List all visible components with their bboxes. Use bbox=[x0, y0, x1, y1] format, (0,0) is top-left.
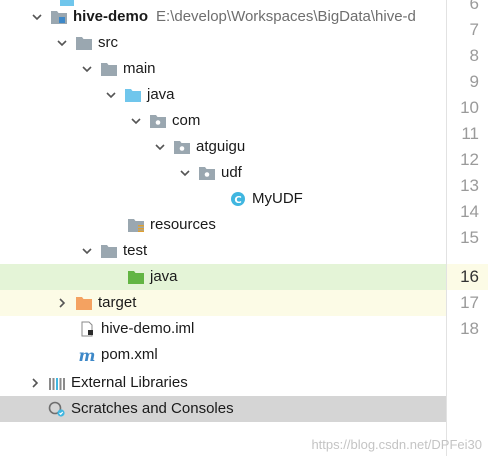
project-name: hive-demo bbox=[73, 8, 149, 25]
folder-icon bbox=[100, 61, 118, 77]
svg-text:C: C bbox=[234, 195, 241, 206]
tree-row-iml[interactable]: hive-demo.iml bbox=[0, 316, 446, 342]
tree-label-test: test bbox=[123, 242, 148, 259]
line-number-current: 16 bbox=[460, 267, 479, 286]
tree-row-resources[interactable]: resources bbox=[0, 212, 446, 238]
line-number: 18 bbox=[460, 319, 479, 338]
module-folder-icon bbox=[50, 9, 68, 25]
test-folder-icon bbox=[127, 269, 145, 285]
tree-row-project[interactable]: hive-demo E:\develop\Workspaces\BigData\… bbox=[0, 4, 446, 30]
source-folder-icon bbox=[124, 87, 142, 103]
tree-row-udf[interactable]: udf bbox=[0, 160, 446, 186]
line-number: 9 bbox=[469, 72, 479, 91]
chevron-down-icon[interactable] bbox=[55, 36, 69, 50]
tree-row-main[interactable]: main bbox=[0, 56, 446, 82]
tree-label-iml: hive-demo.iml bbox=[101, 320, 195, 337]
svg-text:m: m bbox=[79, 347, 96, 363]
tree-row-main-java[interactable]: java bbox=[0, 82, 446, 108]
project-path: E:\develop\Workspaces\BigData\hive-d bbox=[156, 8, 416, 25]
folder-icon bbox=[75, 35, 93, 51]
line-number: 8 bbox=[469, 46, 479, 65]
tree-label-resources: resources bbox=[150, 216, 216, 233]
resources-folder-icon bbox=[127, 217, 145, 233]
chevron-down-icon[interactable] bbox=[104, 88, 118, 102]
chevron-right-icon[interactable] bbox=[28, 376, 42, 390]
tree-label-scratches: Scratches and Consoles bbox=[71, 400, 234, 417]
line-number-gutter: 6 7 8 9 10 11 12 13 14 15 16 17 18 bbox=[446, 0, 488, 456]
chevron-down-icon[interactable] bbox=[30, 10, 44, 24]
package-icon bbox=[149, 113, 167, 129]
java-class-icon: C bbox=[229, 191, 247, 207]
package-icon bbox=[173, 139, 191, 155]
libraries-icon bbox=[48, 375, 66, 391]
scratches-icon bbox=[48, 401, 66, 417]
tree-row-test[interactable]: test bbox=[0, 238, 446, 264]
tree-label-atguigu: atguigu bbox=[196, 138, 246, 155]
tree-row-scratches[interactable]: Scratches and Consoles bbox=[0, 396, 446, 422]
tree-row-myudf[interactable]: C MyUDF bbox=[0, 186, 446, 212]
line-number: 12 bbox=[460, 150, 479, 169]
line-number: 11 bbox=[461, 124, 479, 143]
excluded-folder-icon bbox=[75, 295, 93, 311]
folder-icon bbox=[100, 243, 118, 259]
tree-row-atguigu[interactable]: atguigu bbox=[0, 134, 446, 160]
tree-label-main-java: java bbox=[147, 86, 175, 103]
line-number: 14 bbox=[460, 202, 479, 221]
tree-row-test-java[interactable]: java bbox=[0, 264, 446, 290]
chevron-down-icon[interactable] bbox=[153, 140, 167, 154]
tree-label-main: main bbox=[123, 60, 156, 77]
maven-icon: m bbox=[78, 347, 96, 363]
line-number: 15 bbox=[460, 228, 479, 247]
chevron-down-icon[interactable] bbox=[178, 166, 192, 180]
tree-row-src[interactable]: src bbox=[0, 30, 446, 56]
tree-label-target: target bbox=[98, 294, 137, 311]
line-number: 7 bbox=[469, 20, 479, 39]
chevron-right-icon[interactable] bbox=[55, 296, 69, 310]
chevron-down-icon[interactable] bbox=[80, 244, 94, 258]
tree-row-external-libraries[interactable]: External Libraries bbox=[0, 370, 446, 396]
tree-label-myudf: MyUDF bbox=[252, 190, 303, 207]
tree-label-external-libraries: External Libraries bbox=[71, 374, 188, 391]
module-file-icon bbox=[78, 321, 96, 337]
chevron-down-icon[interactable] bbox=[129, 114, 143, 128]
tree-label-src: src bbox=[98, 34, 118, 51]
chevron-down-icon[interactable] bbox=[80, 62, 94, 76]
package-icon bbox=[198, 165, 216, 181]
line-number: 13 bbox=[460, 176, 479, 195]
project-tree: hive-demo E:\develop\Workspaces\BigData\… bbox=[0, 0, 446, 456]
tree-row-pom[interactable]: m pom.xml bbox=[0, 342, 446, 368]
tree-label-com: com bbox=[172, 112, 201, 129]
line-number: 17 bbox=[460, 293, 479, 312]
line-number: 6 bbox=[469, 0, 479, 13]
tree-label-pom: pom.xml bbox=[101, 346, 158, 363]
tree-row-com[interactable]: com bbox=[0, 108, 446, 134]
line-number: 10 bbox=[460, 98, 479, 117]
tree-label-udf: udf bbox=[221, 164, 242, 181]
watermark: https://blog.csdn.net/DPFei30 bbox=[311, 437, 482, 452]
tree-label-test-java: java bbox=[150, 268, 178, 285]
tree-row-target[interactable]: target bbox=[0, 290, 446, 316]
